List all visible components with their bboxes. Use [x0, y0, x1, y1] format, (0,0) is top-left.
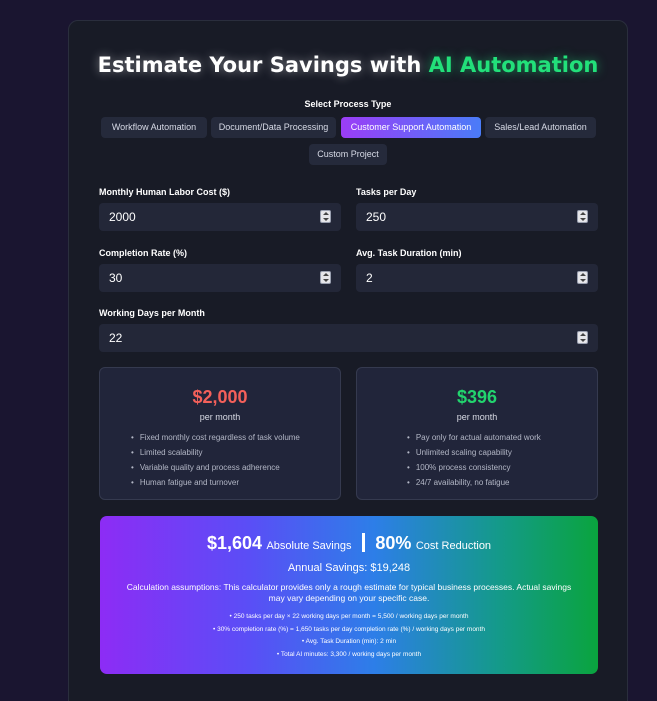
task-duration-input[interactable]: 2	[356, 264, 598, 292]
title-highlight: AI Automation	[428, 53, 599, 77]
calculation-line: • Avg. Task Duration (min): 2 min	[301, 638, 397, 645]
process-type-customer-support-button[interactable]: Customer Support Automation	[341, 117, 481, 138]
savings-headline: $1,604 Absolute Savings 80% Cost Reducti…	[100, 533, 598, 554]
absolute-savings-label: Absolute Savings	[266, 540, 352, 552]
savings-summary-panel: $1,604 Absolute Savings 80% Cost Reducti…	[100, 516, 598, 674]
divider	[361, 533, 365, 552]
calculation-line: • 30% completion rate (%) = 1,650 tasks …	[213, 626, 485, 633]
list-item: Variable quality and process adherence	[131, 460, 300, 475]
ai-cost-box: $396 per month Pay only for actual autom…	[356, 367, 598, 500]
working-days-stepper-icon[interactable]	[577, 331, 588, 344]
completion-rate-value: 30	[109, 271, 123, 285]
tasks-per-day-label: Tasks per Day	[356, 187, 417, 197]
list-item: Human fatigue and turnover	[131, 475, 300, 490]
task-duration-stepper-icon[interactable]	[577, 271, 588, 284]
tasks-per-day-value: 250	[366, 210, 387, 224]
tasks-per-day-input[interactable]: 250	[356, 203, 598, 231]
completion-rate-input[interactable]: 30	[99, 264, 341, 292]
list-item: Pay only for actual automated work	[407, 430, 541, 445]
human-cost-amount: $2,000	[192, 387, 248, 407]
working-days-label: Working Days per Month	[99, 308, 205, 318]
working-days-input[interactable]: 22	[99, 324, 598, 352]
cost-reduction-value: 80%	[375, 533, 412, 553]
labor-cost-stepper-icon[interactable]	[320, 210, 331, 223]
calculator-card: Estimate Your Savings with AI Automation…	[68, 20, 628, 701]
calculation-line: • Total AI minutes: 3,300 / working days…	[276, 651, 422, 658]
task-duration-label: Avg. Task Duration (min)	[356, 248, 462, 258]
title-main: Estimate Your Savings with	[97, 53, 429, 77]
list-item: 100% process consistency	[407, 460, 541, 475]
list-item: Limited scalability	[131, 445, 300, 460]
labor-cost-value: 2000	[109, 210, 136, 224]
process-type-custom-button[interactable]: Custom Project	[309, 144, 387, 165]
list-item: 24/7 availability, no fatigue	[407, 475, 541, 490]
human-cost-box: $2,000 per month Fixed monthly cost rega…	[99, 367, 341, 500]
working-days-value: 22	[109, 331, 123, 345]
process-type-label: Select Process Type	[304, 99, 392, 109]
absolute-savings-value: $1,604	[206, 533, 262, 553]
calculation-assumptions: Calculation assumptions: This calculator…	[126, 582, 572, 603]
process-type-workflow-button[interactable]: Workflow Automation	[101, 117, 207, 138]
completion-rate-label: Completion Rate (%)	[99, 248, 188, 258]
ai-cost-period: per month	[456, 412, 498, 422]
list-item: Unlimited scaling capability	[407, 445, 541, 460]
cost-reduction-label: Cost Reduction	[415, 540, 492, 552]
ai-cost-bullets: Pay only for actual automated work Unlim…	[407, 430, 541, 490]
human-cost-period: per month	[199, 412, 241, 422]
labor-cost-input[interactable]: 2000	[99, 203, 341, 231]
labor-cost-label: Monthly Human Labor Cost ($)	[99, 187, 230, 197]
completion-rate-stepper-icon[interactable]	[320, 271, 331, 284]
tasks-per-day-stepper-icon[interactable]	[577, 210, 588, 223]
calculation-line: • 250 tasks per day × 22 working days pe…	[229, 613, 469, 620]
process-type-sales-button[interactable]: Sales/Lead Automation	[485, 117, 596, 138]
annual-savings: Annual Savings: $19,248	[287, 562, 411, 574]
ai-cost-amount: $396	[456, 387, 498, 407]
page-title: Estimate Your Savings with AI Automation	[69, 53, 627, 77]
human-cost-bullets: Fixed monthly cost regardless of task vo…	[131, 430, 300, 490]
process-type-document-button[interactable]: Document/Data Processing	[211, 117, 336, 138]
task-duration-value: 2	[366, 271, 373, 285]
list-item: Fixed monthly cost regardless of task vo…	[131, 430, 300, 445]
